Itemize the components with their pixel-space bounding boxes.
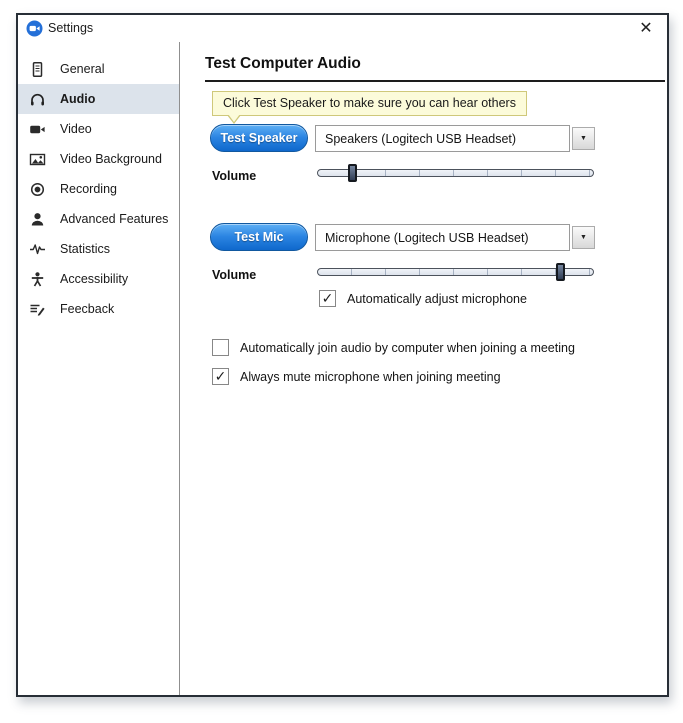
auto-join-audio-checkbox-row[interactable]: Automatically join audio by computer whe…: [212, 339, 575, 356]
zoom-logo-icon: [26, 20, 43, 37]
page-title: Test Computer Audio: [205, 55, 361, 73]
checkbox-icon[interactable]: [212, 339, 229, 356]
sidebar-item-label: Statistics: [60, 242, 110, 256]
speaker-dropdown-arrow-icon[interactable]: ▼: [572, 127, 595, 150]
sidebar-item-label: Feecback: [60, 302, 114, 316]
heading-divider: [205, 80, 665, 82]
title-bar: Settings ✕: [18, 15, 667, 42]
speaker-volume-label: Volume: [212, 169, 256, 183]
video-icon: [29, 121, 46, 138]
checkbox-label: Always mute microphone when joining meet…: [240, 370, 501, 384]
checkbox-icon[interactable]: ✓: [212, 368, 229, 385]
always-mute-mic-checkbox-row[interactable]: ✓ Always mute microphone when joining me…: [212, 368, 501, 385]
sidebar-item-statistics[interactable]: Statistics: [18, 234, 179, 264]
slider-thumb[interactable]: [556, 263, 565, 281]
sidebar-item-label: General: [60, 62, 104, 76]
test-speaker-button[interactable]: Test Speaker: [210, 124, 308, 152]
sidebar: General Audio: [18, 42, 180, 695]
sidebar-item-recording[interactable]: Recording: [18, 174, 179, 204]
accessibility-icon: [29, 271, 46, 288]
mic-dropdown-arrow-icon[interactable]: ▼: [572, 226, 595, 249]
mic-device-select[interactable]: Microphone (Logitech USB Headset): [315, 224, 570, 251]
mic-volume-slider[interactable]: [317, 263, 594, 281]
sidebar-item-video-background[interactable]: Video Background: [18, 144, 179, 174]
tooltip-tail: [227, 115, 241, 124]
sidebar-item-label: Recording: [60, 182, 117, 196]
feedback-icon: [29, 301, 46, 318]
video-background-icon: [29, 151, 46, 168]
speaker-volume-slider[interactable]: [317, 164, 594, 182]
recording-icon: [29, 181, 46, 198]
sidebar-item-label: Video Background: [60, 152, 162, 166]
test-mic-button[interactable]: Test Mic: [210, 223, 308, 251]
general-icon: [29, 61, 46, 78]
sidebar-item-accessibility[interactable]: Accessibility: [18, 264, 179, 294]
checkbox-label: Automatically adjust microphone: [347, 292, 527, 306]
sidebar-item-label: Video: [60, 122, 92, 136]
mic-volume-label: Volume: [212, 268, 256, 282]
page: Settings ✕ General: [0, 0, 683, 723]
sidebar-item-audio[interactable]: Audio: [18, 84, 179, 114]
tooltip-text: Click Test Speaker to make sure you can …: [223, 96, 516, 110]
sidebar-item-video[interactable]: Video: [18, 114, 179, 144]
settings-window: Settings ✕ General: [16, 13, 669, 697]
sidebar-item-label: Accessibility: [60, 272, 128, 286]
speaker-device-select[interactable]: Speakers (Logitech USB Headset): [315, 125, 570, 152]
auto-adjust-mic-checkbox-row[interactable]: ✓ Automatically adjust microphone: [319, 290, 527, 307]
slider-track[interactable]: [317, 169, 594, 177]
statistics-icon: [29, 241, 46, 258]
window-title: Settings: [48, 21, 93, 35]
sidebar-item-label: Advanced Features: [60, 212, 168, 226]
audio-settings-panel: Test Computer Audio Click Test Speaker t…: [181, 42, 667, 695]
checkbox-icon[interactable]: ✓: [319, 290, 336, 307]
close-icon[interactable]: ✕: [635, 18, 657, 40]
sidebar-item-advanced-features[interactable]: Advanced Features: [18, 204, 179, 234]
slider-track[interactable]: [317, 268, 594, 276]
sidebar-item-general[interactable]: General: [18, 54, 179, 84]
sidebar-item-label: Audio: [60, 92, 95, 106]
sidebar-item-feedback[interactable]: Feecback: [18, 294, 179, 324]
speaker-tooltip: Click Test Speaker to make sure you can …: [212, 91, 527, 116]
audio-icon: [29, 91, 46, 108]
checkbox-label: Automatically join audio by computer whe…: [240, 341, 575, 355]
slider-thumb[interactable]: [348, 164, 357, 182]
advanced-features-icon: [29, 211, 46, 228]
